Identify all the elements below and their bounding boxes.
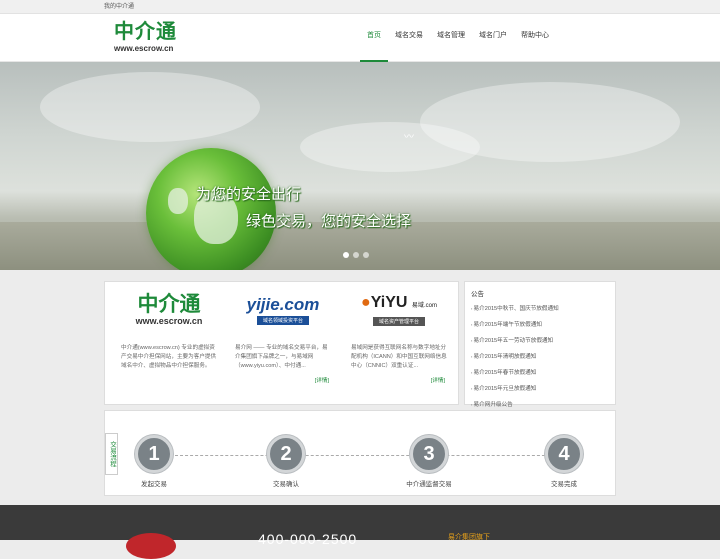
step-number-circle: 2 — [267, 435, 305, 473]
notice-item[interactable]: 易介2015年元旦放假通知 — [471, 381, 609, 397]
carousel-dot[interactable] — [353, 252, 359, 258]
trade-flow-label: 交易流程 — [105, 433, 118, 475]
bird-icon: 〰 — [404, 132, 414, 143]
my-escrow-link[interactable]: 我的中介通 — [104, 4, 134, 10]
yiyu-logo-dom: .com — [423, 303, 437, 309]
partner-escrow: 中介通 www.escrow.cn 中介通(www.escrow.cn) 专业的… — [115, 288, 223, 371]
footer: 400-000-2500 易介集团旗下 — [0, 505, 720, 559]
cloud-decoration — [300, 122, 480, 172]
step-number-circle: 1 — [135, 435, 173, 473]
step-label: 交易完成 — [551, 481, 577, 488]
yiyu-more-link[interactable]: [详情] — [431, 376, 445, 384]
step-label: 交易确认 — [273, 481, 299, 488]
banner-slogan-1: 为您的安全出行 — [196, 186, 302, 203]
step-number-circle: 3 — [410, 435, 448, 473]
nav-help-center[interactable]: 帮助中心 — [514, 14, 556, 62]
partner-yiyu: ●YiYU 易域.com 域名资产管理平台 易域网是获得互联网名称与数字地址分配… — [345, 288, 453, 384]
partner-yijie: yijie.com 域名领域投资平台 易介网 —— 专业的域名交易平台，易介集团… — [229, 288, 337, 384]
notice-panel: 公告 易介2015中秋节、国庆节放假通知 易介2015年端午节放假通知 易介20… — [464, 281, 616, 408]
notice-title: 公告 — [471, 291, 484, 298]
step-label: 中介通监督交易 — [406, 481, 452, 488]
escrow-logo[interactable]: 中介通 www.escrow.cn — [115, 288, 223, 332]
notice-item[interactable]: 易介2015年端午节放假通知 — [471, 317, 609, 333]
partners-panel: 中介通 www.escrow.cn 中介通(www.escrow.cn) 专业的… — [104, 281, 459, 405]
header: 中介通 www.escrow.cn 首页 域名交易 域名管理 域名门户 帮助中心 — [0, 14, 720, 62]
notice-item[interactable]: 易介2015年春节放假通知 — [471, 365, 609, 381]
escrow-description: 中介通(www.escrow.cn) 专业的虚拟资产交易中介担保网站，主要为客户… — [121, 345, 217, 369]
notice-item[interactable]: 易介2015中秋节、国庆节放假通知 — [471, 301, 609, 317]
yijie-logo-bar: 域名领域投资平台 — [256, 315, 309, 325]
nav-domain-manage[interactable]: 域名管理 — [430, 14, 472, 62]
top-bar: 我的中介通 — [0, 0, 720, 14]
step-label: 发起交易 — [141, 481, 167, 488]
flow-step-2: 2 交易确认 — [256, 435, 316, 488]
carousel-dot[interactable] — [343, 252, 349, 258]
yiyu-description: 易域网是获得互联网名称与数字地址分配机构（ICANN）和中国互联网络信息中心（C… — [351, 345, 447, 369]
hero-banner[interactable]: 〰 为您的安全出行 绿色交易，您的安全选择 — [0, 62, 720, 270]
escrow-logo-url: www.escrow.cn — [135, 316, 203, 326]
flow-dashed-line — [175, 455, 555, 456]
yiyu-logo-bar: 域名资产管理平台 — [372, 317, 425, 326]
footer-group-link[interactable]: 易介集团旗下 — [448, 532, 490, 542]
banner-slogan-2: 绿色交易，您的安全选择 — [246, 213, 412, 230]
logo-url: www.escrow.cn — [114, 44, 174, 53]
notice-item[interactable]: 易介2015年五一劳动节放假通知 — [471, 333, 609, 349]
nav-domain-portal[interactable]: 域名门户 — [472, 14, 514, 62]
main-nav: 首页 域名交易 域名管理 域名门户 帮助中心 — [360, 14, 556, 62]
yiyu-logo[interactable]: ●YiYU 易域.com 域名资产管理平台 — [345, 288, 453, 332]
globe-image — [146, 148, 276, 270]
carousel-dots — [343, 252, 369, 258]
notice-item[interactable]: 易介2015年清明放假通知 — [471, 349, 609, 365]
yijie-description: 易介网 —— 专业的域名交易平台，易介集团旗下品牌之一，与易域网（www.yiy… — [235, 345, 328, 369]
footer-phone: 400-000-2500 — [258, 531, 358, 547]
nav-domain-trade[interactable]: 域名交易 — [388, 14, 430, 62]
footer-badge-icon — [126, 533, 176, 559]
yiyu-logo-name: YiYU — [370, 294, 408, 311]
flow-step-1: 1 发起交易 — [124, 435, 184, 488]
continent-shape — [168, 188, 188, 214]
carousel-dot[interactable] — [363, 252, 369, 258]
nav-home[interactable]: 首页 — [360, 14, 388, 62]
logo-text: 中介通 — [114, 21, 177, 43]
trade-flow-panel: 交易流程 1 发起交易 2 交易确认 3 中介通监督交易 4 交易完成 — [104, 410, 616, 496]
flow-step-3: 3 中介通监督交易 — [394, 435, 464, 488]
yiyu-logo-text: ●YiYU 易域.com — [361, 294, 437, 311]
yijie-logo[interactable]: yijie.com 域名领域投资平台 — [229, 288, 337, 332]
cloud-decoration — [40, 72, 260, 142]
yijie-more-link[interactable]: [详情] — [315, 376, 329, 384]
yiyu-logo-cn: 易域 — [411, 303, 424, 309]
escrow-logo-text: 中介通 — [137, 293, 201, 316]
yijie-logo-text: yijie.com — [246, 294, 320, 314]
flow-step-4: 4 交易完成 — [534, 435, 594, 488]
site-logo[interactable]: 中介通 www.escrow.cn — [114, 20, 184, 58]
step-number-circle: 4 — [545, 435, 583, 473]
